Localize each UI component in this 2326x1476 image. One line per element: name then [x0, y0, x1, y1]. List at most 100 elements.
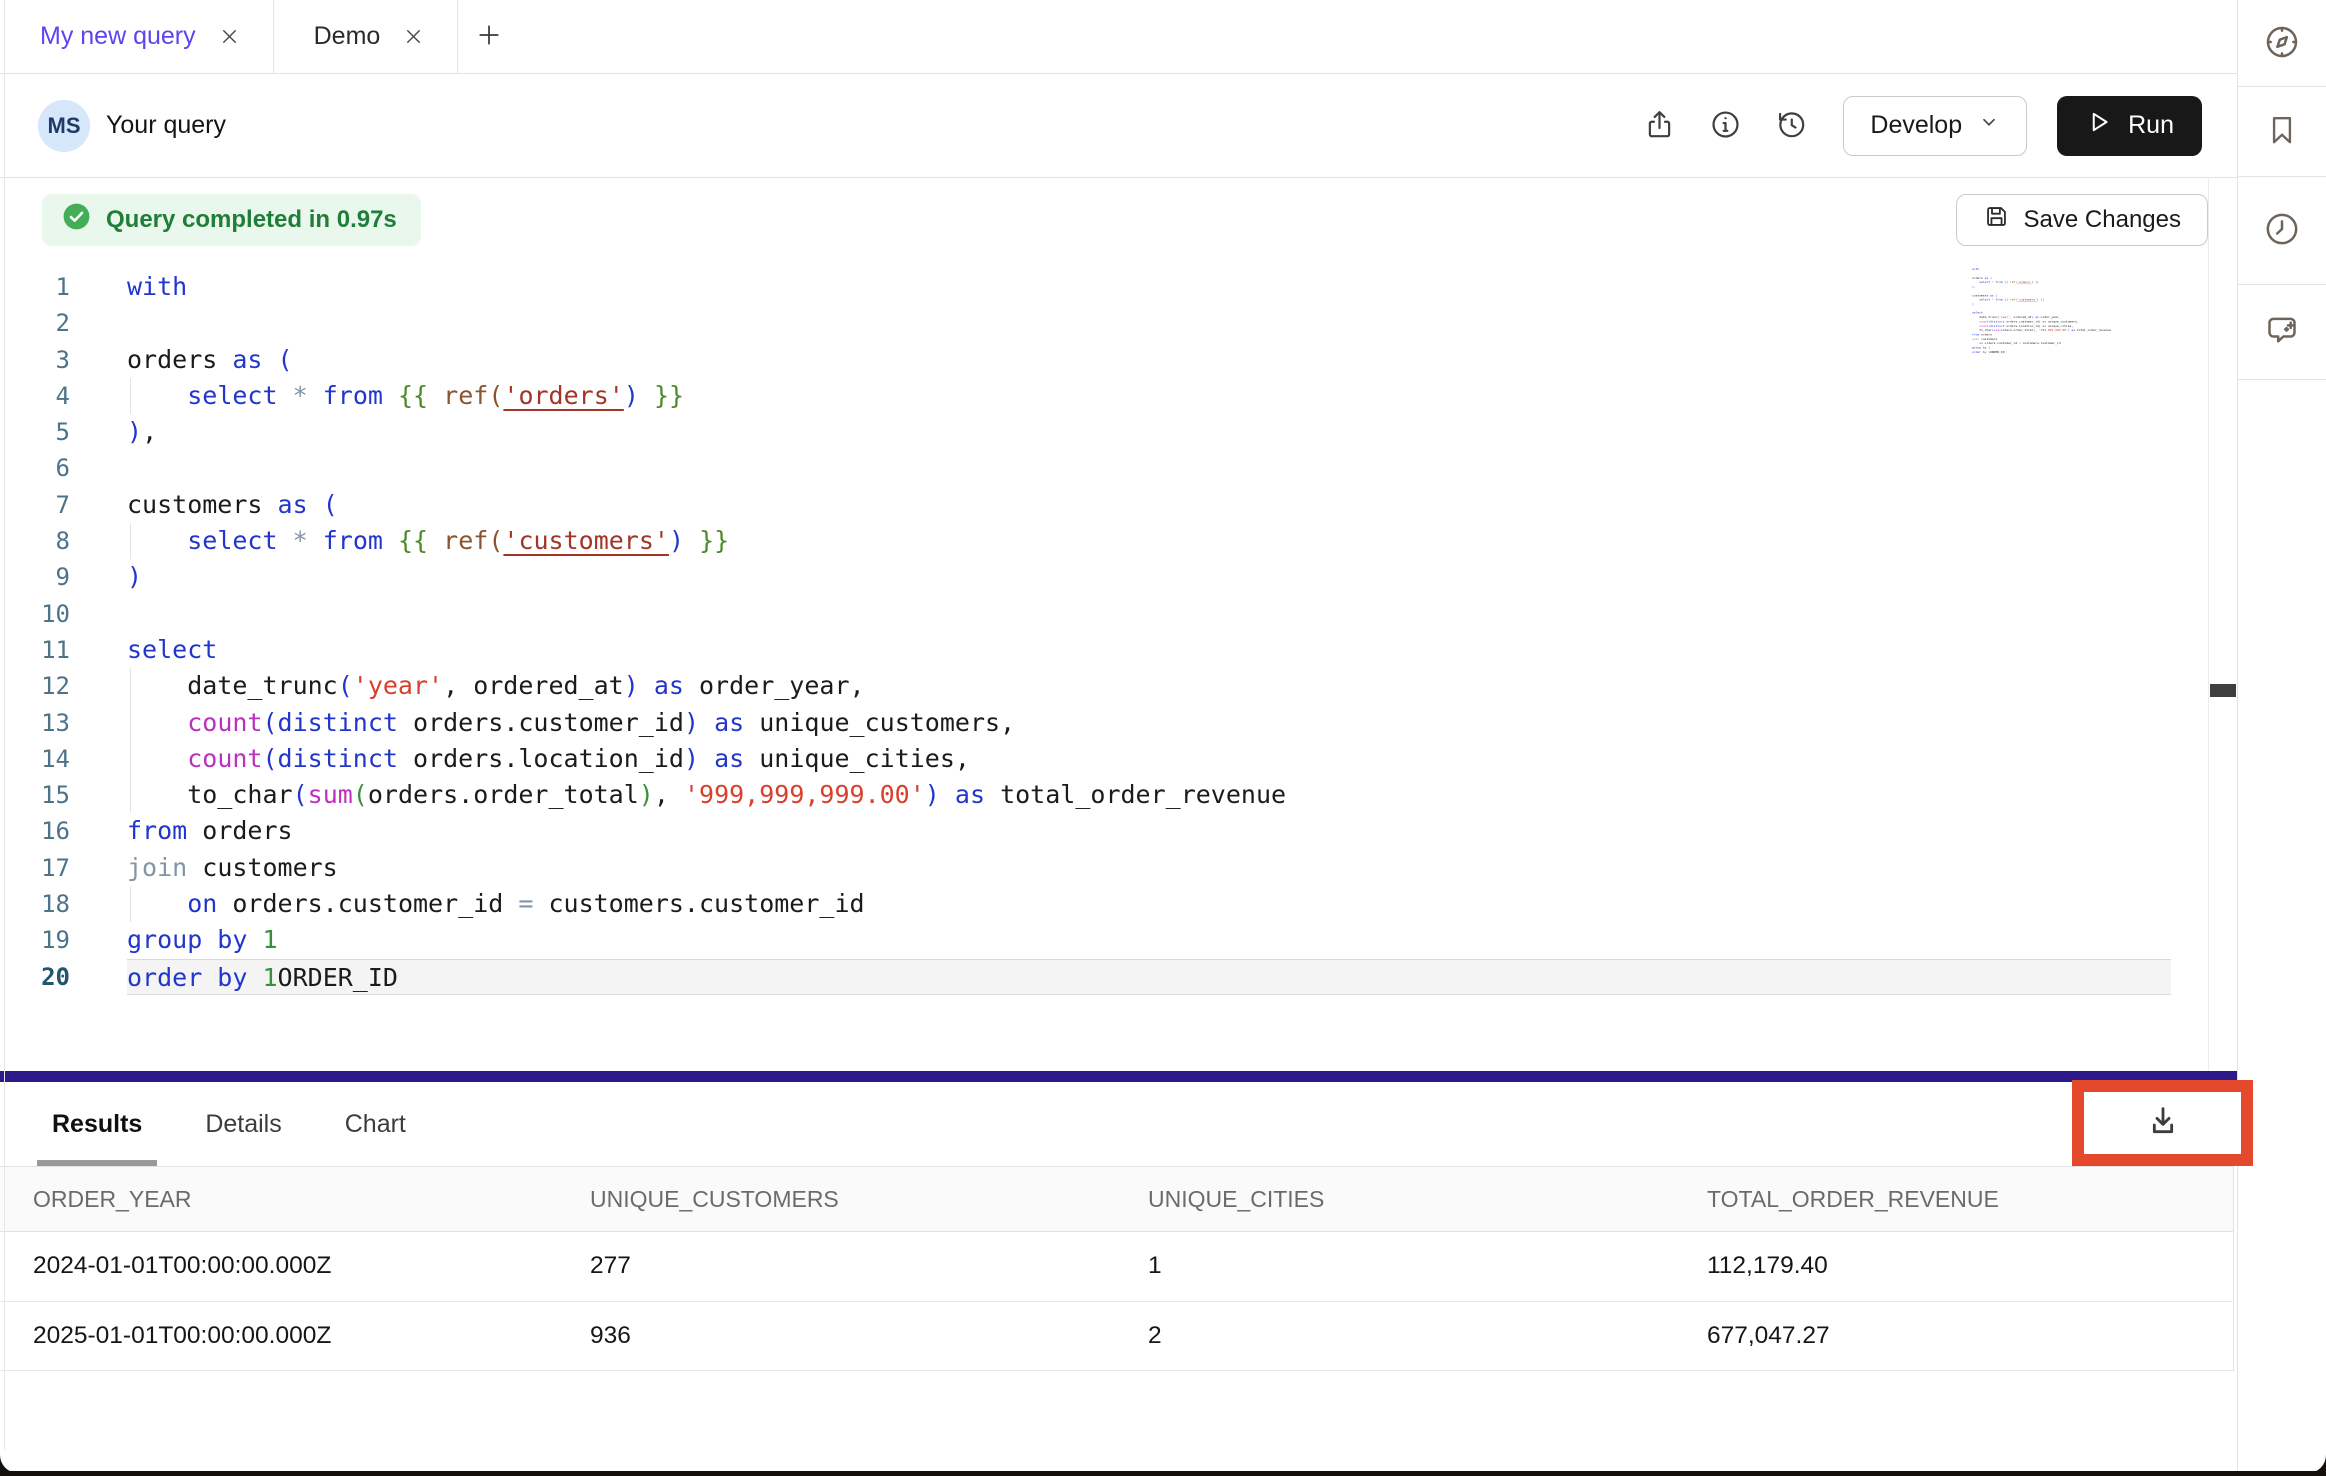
window-bottom-edge — [0, 1471, 2326, 1476]
save-icon — [1983, 203, 2010, 237]
sql-editor[interactable]: Query completed in 0.97s Save Changes 1w… — [0, 178, 2237, 1071]
code-text: from orders — [127, 813, 2208, 849]
check-circle-icon — [61, 201, 92, 239]
code-line: 1with — [0, 269, 2208, 305]
code-text: ) — [127, 559, 2208, 595]
bookmarks-button[interactable] — [2263, 111, 2301, 152]
code-line: 8 select * from {{ ref('customers') }} — [0, 523, 2208, 559]
line-number: 3 — [0, 342, 70, 378]
highlight-annotation — [2072, 1080, 2253, 1166]
code-line: 10 — [0, 596, 2208, 632]
page-title: Your query — [106, 111, 226, 140]
code-text: orders as ( — [127, 342, 2208, 378]
line-number: 16 — [0, 813, 70, 849]
run-label: Run — [2128, 111, 2174, 140]
sidebar-cell — [2238, 177, 2326, 285]
history-icon — [1775, 108, 1808, 144]
code-line: 12 date_trunc('year', ordered_at) as ord… — [0, 668, 2208, 704]
code-text: select — [127, 632, 2208, 668]
save-changes-button[interactable]: Save Changes — [1956, 194, 2208, 246]
code-line: 14 count(distinct orders.location_id) as… — [0, 741, 2208, 777]
share-button[interactable] — [1637, 104, 1681, 148]
line-number: 4 — [0, 378, 70, 414]
code-text — [127, 450, 2208, 486]
bookmark-icon — [2263, 111, 2301, 152]
query-header: MS Your query — [0, 74, 2237, 178]
close-icon[interactable] — [218, 25, 241, 48]
ref-link[interactable]: 'orders' — [503, 381, 623, 410]
chevron-down-icon — [1978, 111, 2000, 140]
close-icon[interactable] — [402, 25, 425, 48]
tab-label: My new query — [40, 22, 196, 51]
tab-details[interactable]: Details — [190, 1082, 296, 1166]
panel-divider[interactable] — [0, 1071, 2237, 1082]
line-number: 15 — [0, 777, 70, 813]
code-line: 4 select * from {{ ref('orders') }} — [0, 378, 2208, 414]
tab-chart[interactable]: Chart — [330, 1082, 421, 1166]
share-icon — [1643, 108, 1676, 144]
code-text: order by 1ORDER_ID — [127, 959, 2171, 995]
code-lines[interactable]: 1with23orders as (4 select * from {{ ref… — [0, 269, 2208, 995]
code-text: on orders.customer_id = customers.custom… — [127, 886, 2208, 922]
code-text: group by 1 — [127, 922, 2208, 958]
code-line: 16 from orders — [0, 813, 2208, 849]
code-line: 18 on orders.customer_id = customers.cus… — [0, 886, 2208, 922]
sidebar-cell — [2238, 0, 2326, 87]
sidebar-cell — [2238, 87, 2326, 177]
code-text: select * from {{ ref('customers') }} — [127, 523, 2208, 559]
editor-tab[interactable]: Demo — [274, 0, 459, 73]
code-text: select * from {{ ref('orders') }} — [127, 378, 2208, 414]
column-header: TOTAL_ORDER_REVENUE — [1707, 1186, 2233, 1213]
line-number: 2 — [0, 305, 70, 341]
code-text: to_char(sum(orders.order_total), '999,99… — [127, 777, 2208, 813]
line-number: 10 — [0, 596, 70, 632]
line-number: 9 — [0, 559, 70, 595]
code-text: count(distinct orders.customer_id) as un… — [127, 705, 2208, 741]
code-text: ), — [127, 414, 2208, 450]
status-text: Query completed in 0.97s — [106, 206, 397, 234]
history-button[interactable] — [1769, 104, 1813, 148]
save-label: Save Changes — [2024, 206, 2181, 234]
tab-label: Demo — [314, 22, 381, 51]
scrollbar-thumb[interactable] — [2210, 684, 2236, 697]
compass-icon — [2262, 22, 2302, 65]
line-number: 17 — [0, 850, 70, 886]
editor-tab[interactable]: My new query — [0, 0, 274, 73]
column-header: UNIQUE_CITIES — [1148, 1186, 1707, 1213]
results-table: ORDER_YEARUNIQUE_CUSTOMERSUNIQUE_CITIEST… — [0, 1166, 2234, 1371]
ai-chat-button[interactable] — [2262, 311, 2302, 354]
column-header: ORDER_YEAR — [33, 1186, 590, 1213]
tab-bar: My new query Demo — [0, 0, 2237, 74]
line-number: 11 — [0, 632, 70, 668]
code-line: 7customers as ( — [0, 487, 2208, 523]
line-number: 5 — [0, 414, 70, 450]
window-left-edge — [4, 0, 5, 1476]
code-text: date_trunc('year', ordered_at) as order_… — [127, 668, 2208, 704]
download-button[interactable] — [2143, 1102, 2183, 1145]
chat-sparkles-icon — [2262, 311, 2302, 354]
table-cell: 936 — [590, 1322, 1148, 1350]
add-tab-button[interactable] — [458, 0, 520, 73]
tab-results[interactable]: Results — [37, 1082, 157, 1166]
line-number: 20 — [0, 959, 70, 995]
table-row: 2025-01-01T00:00:00.000Z9362677,047.27 — [0, 1302, 2233, 1372]
discover-button[interactable] — [2262, 22, 2302, 65]
minimap-content: withorders as ( select * from {{ ref('or… — [1972, 267, 2132, 354]
line-number: 8 — [0, 523, 70, 559]
code-line: 20 order by 1ORDER_ID — [0, 959, 2208, 995]
run-button[interactable]: Run — [2057, 96, 2202, 156]
table-header: ORDER_YEARUNIQUE_CUSTOMERSUNIQUE_CITIEST… — [0, 1166, 2233, 1232]
info-button[interactable] — [1703, 104, 1747, 148]
code-text: customers as ( — [127, 487, 2208, 523]
play-icon — [2085, 108, 2113, 143]
history-sidebar-button[interactable] — [2262, 209, 2302, 252]
minimap[interactable]: withorders as ( select * from {{ ref('or… — [1972, 267, 2132, 359]
table-cell: 277 — [590, 1252, 1148, 1280]
ref-link[interactable]: 'customers' — [503, 526, 669, 555]
code-line: 3 orders as ( — [0, 342, 2208, 378]
develop-dropdown[interactable]: Develop — [1843, 96, 2027, 156]
line-number: 18 — [0, 886, 70, 922]
table-cell: 2024-01-01T00:00:00.000Z — [33, 1252, 590, 1280]
code-text: count(distinct orders.location_id) as un… — [127, 741, 2208, 777]
avatar: MS — [38, 100, 90, 152]
